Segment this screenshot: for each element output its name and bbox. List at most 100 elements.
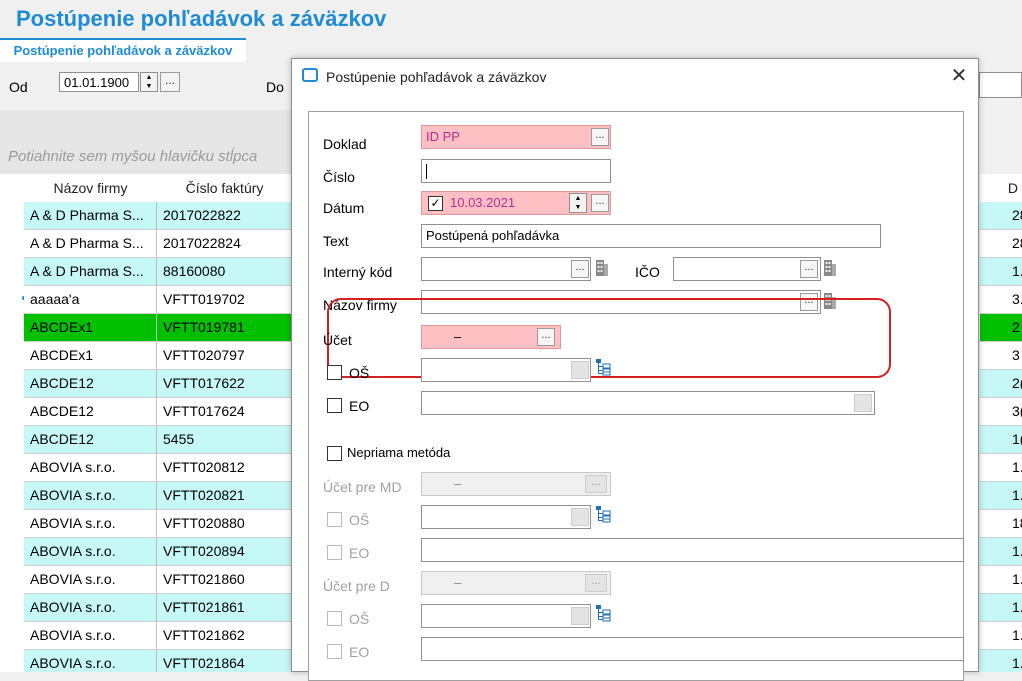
ucet-md-input[interactable]: – — [421, 472, 611, 496]
cell-firma[interactable]: ABCDEx1 — [24, 342, 157, 369]
datum-checkbox[interactable]: ✓ — [428, 196, 443, 211]
cell-faktura[interactable]: 2017022822 — [157, 202, 292, 229]
doklad-picker-button[interactable]: ... — [591, 128, 609, 146]
ucet-d-picker-button[interactable]: ... — [585, 574, 607, 592]
close-icon[interactable]: ✕ — [946, 63, 972, 89]
cell-faktura[interactable]: VFTT020812 — [157, 454, 292, 481]
cell-faktura[interactable]: VFTT019702 — [157, 286, 292, 313]
cell-faktura[interactable]: VFTT020880 — [157, 510, 292, 537]
os-d-checkbox[interactable] — [327, 611, 342, 626]
eo-d-input[interactable] — [421, 637, 964, 661]
cell-firma[interactable]: ABOVIA s.r.o. — [24, 538, 157, 565]
cell-faktura[interactable]: VFTT021864 — [157, 650, 292, 672]
table-row[interactable]: ABOVIA s.r.o. VFTT020812 — [24, 454, 292, 482]
cell-right[interactable]: 1. — [980, 594, 1022, 622]
table-row[interactable]: ABOVIA s.r.o. VFTT021864 — [24, 650, 292, 672]
cell-firma[interactable]: ABOVIA s.r.o. — [24, 454, 157, 481]
tree-icon[interactable] — [595, 505, 611, 523]
cell-firma[interactable]: ABCDE12 — [24, 370, 157, 397]
cell-right[interactable]: 2 — [980, 314, 1022, 342]
cell-faktura[interactable]: VFTT017624 — [157, 398, 292, 425]
data-grid[interactable]: Názov firmy Číslo faktúry A & D Pharma S… — [0, 174, 292, 672]
cell-faktura[interactable]: 88160080 — [157, 258, 292, 285]
building-icon[interactable] — [823, 259, 837, 277]
cell-faktura[interactable]: VFTT021860 — [157, 566, 292, 593]
eo-input[interactable] — [421, 391, 875, 415]
table-row[interactable]: ABOVIA s.r.o. VFTT020821 — [24, 482, 292, 510]
cell-firma[interactable]: ABOVIA s.r.o. — [24, 510, 157, 537]
cell-faktura[interactable]: VFTT020821 — [157, 482, 292, 509]
eo-d-checkbox[interactable] — [327, 644, 342, 659]
os-d-input[interactable] — [421, 604, 591, 628]
cell-right[interactable]: 28 — [980, 230, 1022, 258]
table-row[interactable]: ABOVIA s.r.o. VFTT020880 — [24, 510, 292, 538]
eo-md-input[interactable] — [421, 538, 964, 562]
table-row[interactable]: ABCDE12 VFTT017622 — [24, 370, 292, 398]
cell-right[interactable]: 1. — [980, 622, 1022, 650]
ucet-md-picker-button[interactable]: ... — [585, 475, 607, 493]
cell-right[interactable]: 28 — [980, 202, 1022, 230]
table-row[interactable]: ABCDE12 5455 — [24, 426, 292, 454]
cell-faktura[interactable]: VFTT020797 — [157, 342, 292, 369]
cell-right[interactable]: 3 — [980, 342, 1022, 370]
cell-firma[interactable]: ABOVIA s.r.o. — [24, 650, 157, 672]
cell-firma[interactable]: A & D Pharma S... — [24, 230, 157, 257]
table-row[interactable]: ABCDE12 VFTT017624 — [24, 398, 292, 426]
text-input[interactable]: Postúpená pohľadávka — [421, 224, 881, 248]
cell-firma[interactable]: ABOVIA s.r.o. — [24, 594, 157, 621]
cell-faktura[interactable]: VFTT020894 — [157, 538, 292, 565]
table-row[interactable]: ABOVIA s.r.o. VFTT020894 — [24, 538, 292, 566]
table-row[interactable]: ABOVIA s.r.o. VFTT021862 — [24, 622, 292, 650]
tree-icon[interactable] — [595, 604, 611, 622]
table-row[interactable]: A & D Pharma S... 88160080 — [24, 258, 292, 286]
interny-kod-input[interactable] — [421, 257, 591, 281]
os-d-picker-button[interactable] — [571, 607, 589, 625]
cell-right[interactable]: 1. — [980, 482, 1022, 510]
cell-faktura[interactable]: 5455 — [157, 426, 292, 453]
ico-picker-button[interactable]: ... — [800, 260, 818, 278]
tree-icon[interactable] — [595, 358, 611, 376]
column-header-firma[interactable]: Názov firmy — [24, 174, 157, 202]
os-md-input[interactable] — [421, 505, 591, 529]
cell-firma[interactable]: ABCDE12 — [24, 398, 157, 425]
cell-firma[interactable]: aaaaa'a — [24, 286, 157, 313]
table-row[interactable]: ABCDEx1 VFTT020797 — [24, 342, 292, 370]
interny-kod-picker-button[interactable]: ... — [571, 260, 589, 278]
tab-main[interactable]: Postúpenie pohľadávok a záväzkov — [0, 38, 246, 64]
datum-spinner[interactable]: ▲ ▼ — [569, 193, 587, 213]
cell-firma[interactable]: ABOVIA s.r.o. — [24, 482, 157, 509]
cell-faktura[interactable]: VFTT017622 — [157, 370, 292, 397]
cell-right[interactable]: 1( — [980, 426, 1022, 454]
ucet-d-input[interactable]: – — [421, 571, 611, 595]
os-input[interactable] — [421, 358, 591, 382]
cell-right[interactable]: 2( — [980, 370, 1022, 398]
cell-right[interactable]: 1. — [980, 566, 1022, 594]
column-header-right[interactable]: D — [980, 174, 1022, 202]
cell-firma[interactable]: ABCDE12 — [24, 426, 157, 453]
cell-faktura[interactable]: 2017022824 — [157, 230, 292, 257]
cell-right[interactable]: 3. — [980, 286, 1022, 314]
cell-firma[interactable]: ABOVIA s.r.o. — [24, 566, 157, 593]
eo-picker-button[interactable] — [854, 394, 872, 412]
column-header-faktura[interactable]: Číslo faktúry — [157, 174, 292, 202]
cell-right[interactable]: 1. — [980, 650, 1022, 672]
cell-faktura[interactable]: VFTT019781 — [157, 314, 292, 341]
cell-right[interactable]: 3( — [980, 398, 1022, 426]
do-date-input[interactable] — [979, 72, 1022, 98]
od-picker-button[interactable]: ... — [160, 72, 180, 92]
od-date-input[interactable]: 01.01.1900 — [59, 72, 139, 92]
cell-right[interactable]: 18 — [980, 510, 1022, 538]
cell-right[interactable]: 1. — [980, 258, 1022, 286]
os-md-checkbox[interactable] — [327, 512, 342, 527]
cell-firma[interactable]: A & D Pharma S... — [24, 202, 157, 229]
nepriama-checkbox[interactable] — [327, 446, 342, 461]
cislo-input[interactable] — [421, 159, 611, 183]
ucet-picker-button[interactable]: ... — [537, 328, 555, 346]
os-picker-button[interactable] — [571, 361, 589, 379]
od-spinner[interactable]: ▲ ▼ — [140, 72, 158, 92]
cell-firma[interactable]: ABOVIA s.r.o. — [24, 622, 157, 649]
table-row[interactable]: ABCDEx1 VFTT019781 — [24, 314, 292, 342]
cell-firma[interactable]: ABCDEx1 — [24, 314, 157, 341]
table-row[interactable]: ABOVIA s.r.o. VFTT021860 — [24, 566, 292, 594]
os-md-picker-button[interactable] — [571, 508, 589, 526]
